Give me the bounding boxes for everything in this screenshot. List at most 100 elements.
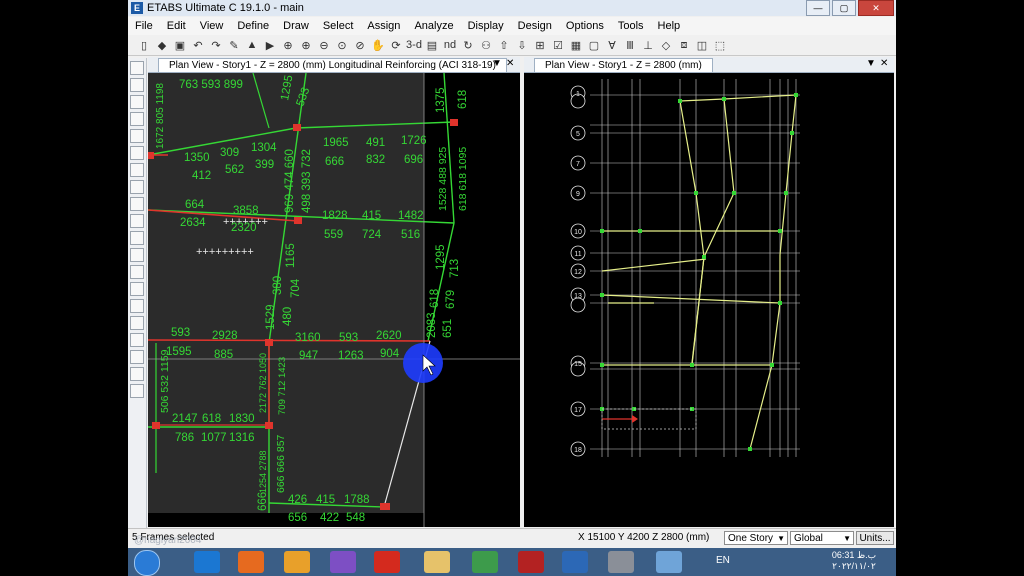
snap-ends-icon[interactable]	[130, 384, 144, 398]
draw-wall-icon[interactable]	[130, 180, 144, 194]
slab-icon[interactable]: ◫	[694, 37, 710, 53]
autocad-icon[interactable]	[518, 551, 544, 573]
rebar-label: 516	[401, 229, 420, 241]
right-view-tab[interactable]: Plan View - Story1 - Z = 2800 (mm)	[534, 58, 713, 72]
menu-edit[interactable]: Edit	[160, 20, 193, 32]
units-button[interactable]: Units...	[856, 531, 894, 545]
ie-icon[interactable]	[194, 551, 220, 573]
grid-bubble[interactable]	[570, 297, 586, 313]
undo-icon[interactable]: ↶	[190, 37, 206, 53]
zoom-out-icon[interactable]: ⊖	[316, 37, 332, 53]
restore-selection-icon[interactable]	[130, 316, 144, 330]
language-indicator[interactable]: EN	[716, 555, 730, 566]
run-icon[interactable]: ▶	[262, 37, 278, 53]
frame-icon[interactable]: ▢	[586, 37, 602, 53]
etabs-app-icon: E	[131, 2, 143, 14]
rebar-label: 656	[288, 512, 307, 524]
draw-dimension-icon[interactable]	[130, 248, 144, 262]
menu-help[interactable]: Help	[651, 20, 688, 32]
grid-bubble-label: 13	[574, 293, 582, 300]
zoom-previous-icon[interactable]: ⊘	[352, 37, 368, 53]
title-bar[interactable]: E ETABS Ultimate C 19.1.0 - main — ▢ ✕	[128, 0, 896, 16]
menu-analyze[interactable]: Analyze	[407, 20, 460, 32]
left-tab-close[interactable]: ✕	[506, 58, 514, 69]
draw-beam-icon[interactable]	[130, 112, 144, 126]
save-icon[interactable]: ▣	[172, 37, 188, 53]
right-plan-canvas[interactable]: 1 5 7 9 10 11 12 13 15 17 18	[524, 73, 894, 527]
clear-selection-icon[interactable]	[130, 333, 144, 347]
minimize-button[interactable]: —	[806, 0, 830, 16]
menu-view[interactable]: View	[193, 20, 231, 32]
draw-section-cut-icon[interactable]	[130, 282, 144, 296]
left-plan-canvas[interactable]: +++++++++ +++++++ 763 593 899 1965 491 1…	[148, 73, 520, 527]
left-view-tab[interactable]: Plan View - Story1 - Z = 2800 (mm) Longi…	[158, 58, 507, 72]
draw-link-icon[interactable]	[130, 214, 144, 228]
calculator-icon[interactable]	[608, 551, 634, 573]
coordinate-system-dropdown[interactable]: Global ▼	[790, 531, 854, 545]
object-view-icon[interactable]: ⚇	[478, 37, 494, 53]
start-orb[interactable]	[134, 550, 160, 576]
draw-column-icon[interactable]	[130, 129, 144, 143]
menu-display[interactable]: Display	[461, 20, 511, 32]
menu-draw[interactable]: Draw	[276, 20, 316, 32]
acrobat-icon[interactable]	[374, 551, 400, 573]
zoom-extent-icon[interactable]: ⊙	[334, 37, 350, 53]
new-icon[interactable]: ▯	[136, 37, 152, 53]
intersecting-line-icon[interactable]	[130, 350, 144, 364]
rotate-icon[interactable]: ⟳	[388, 37, 404, 53]
draw-opening-icon[interactable]	[130, 197, 144, 211]
elevation-view-icon[interactable]: nd	[442, 37, 458, 53]
paint-icon[interactable]	[656, 551, 682, 573]
chrome-icon[interactable]	[472, 551, 498, 573]
plan-view-icon[interactable]: ▤	[424, 37, 440, 53]
select-icon[interactable]: ⊞	[532, 37, 548, 53]
media-player-icon[interactable]	[284, 551, 310, 573]
right-tab-dropdown[interactable]: ▼	[866, 58, 876, 69]
pan-icon[interactable]: ✋	[370, 37, 386, 53]
menu-tools[interactable]: Tools	[611, 20, 651, 32]
draw-floor-icon[interactable]	[130, 163, 144, 177]
story-dropdown[interactable]: One Story ▼	[724, 531, 788, 545]
clock[interactable]: 06:31 ب.ظ ۲۰۲۲/۱۱/۰۲	[824, 550, 884, 572]
right-tab-close[interactable]: ✕	[880, 58, 888, 69]
redo-icon[interactable]: ↷	[208, 37, 224, 53]
close-button[interactable]: ✕	[858, 0, 894, 16]
firefox-icon[interactable]	[238, 551, 264, 573]
menu-define[interactable]: Define	[230, 20, 276, 32]
beam-icon[interactable]: ∀	[604, 37, 620, 53]
visual-studio-icon[interactable]	[330, 551, 356, 573]
open-icon[interactable]: ◆	[154, 37, 170, 53]
section-icon[interactable]: ◇	[658, 37, 674, 53]
draw-grid-icon[interactable]	[130, 265, 144, 279]
down-icon[interactable]: ⇩	[514, 37, 530, 53]
3d-view-icon[interactable]: 3-d	[406, 37, 422, 53]
select-all-icon[interactable]	[130, 299, 144, 313]
wall-icon[interactable]: ⧈	[676, 37, 692, 53]
maximize-button[interactable]: ▢	[832, 0, 856, 16]
grid-icon[interactable]: ⊥	[640, 37, 656, 53]
draw-brace-icon[interactable]	[130, 146, 144, 160]
menu-select[interactable]: Select	[316, 20, 361, 32]
deselect-icon[interactable]: ☑	[550, 37, 566, 53]
pointer-icon[interactable]	[130, 61, 144, 75]
area-icon[interactable]: ⬚	[712, 37, 728, 53]
draw-joint-icon[interactable]	[130, 95, 144, 109]
snap-points-icon[interactable]	[130, 367, 144, 381]
explorer-icon[interactable]	[424, 551, 450, 573]
zoom-window-icon[interactable]: ⊕	[280, 37, 296, 53]
draw-tendon-icon[interactable]	[130, 231, 144, 245]
menu-assign[interactable]: Assign	[360, 20, 407, 32]
menu-options[interactable]: Options	[559, 20, 611, 32]
refresh-icon[interactable]: ↻	[460, 37, 476, 53]
zoom-in-icon[interactable]: ⊕	[298, 37, 314, 53]
pen-icon[interactable]: ✎	[226, 37, 242, 53]
left-tab-dropdown[interactable]: ▼	[492, 58, 502, 69]
reshape-icon[interactable]	[130, 78, 144, 92]
menu-file[interactable]: File	[128, 20, 160, 32]
up-icon[interactable]: ⇧	[496, 37, 512, 53]
menu-design[interactable]: Design	[511, 20, 559, 32]
lock-icon[interactable]: ▲	[244, 37, 260, 53]
etabs-icon[interactable]	[562, 551, 588, 573]
options-icon[interactable]: ▦	[568, 37, 584, 53]
columns-icon[interactable]: Ⅲ	[622, 37, 638, 53]
